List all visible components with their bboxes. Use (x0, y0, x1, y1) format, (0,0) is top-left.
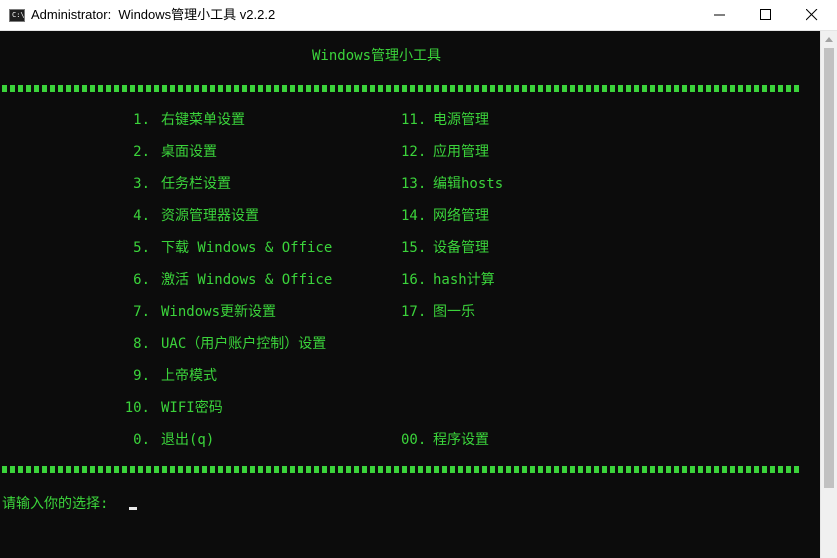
menu-item-god-mode: 上帝模式 (161, 368, 217, 384)
menu-item-taskbar: 任务栏设置 (161, 176, 231, 192)
text-cursor[interactable] (129, 507, 137, 510)
menu-number: 9. (133, 368, 150, 384)
scroll-up-arrow-icon[interactable] (825, 37, 833, 42)
menu-number: 4. (133, 208, 150, 224)
cmd-icon-text: C:\ (12, 11, 25, 19)
scrollbar-thumb[interactable] (824, 48, 834, 488)
menu-number: 12. (401, 144, 427, 160)
maximize-icon (760, 9, 771, 20)
menu-number: 1. (133, 112, 150, 128)
menu-item-program-settings: 程序设置 (433, 432, 489, 448)
menu-number: 7. (133, 304, 150, 320)
close-icon (806, 9, 818, 21)
minimize-icon (714, 14, 725, 16)
minimize-button[interactable] (697, 0, 743, 30)
menu-number: 10. (124, 400, 150, 416)
menu-number: 3. (133, 176, 150, 192)
menu-item-power: 电源管理 (433, 112, 489, 128)
menu-number: 16. (401, 272, 427, 288)
menu-item-activate: 激活 Windows & Office (161, 272, 333, 288)
menu-item-devices: 设备管理 (433, 240, 489, 256)
menu-item-network: 网络管理 (433, 208, 489, 224)
window-title: Administrator: Windows管理小工具 v2.2.2 (31, 7, 276, 22)
menu-item-hosts: 编辑hosts (433, 176, 504, 192)
console-header: Windows管理小工具 (312, 48, 442, 64)
menu-item-fun: 图一乐 (433, 304, 475, 320)
menu-number: 11. (401, 112, 427, 128)
title-bar[interactable]: C:\ Administrator: Windows管理小工具 v2.2.2 (0, 0, 837, 31)
menu-number: 00. (401, 432, 427, 448)
input-prompt: 请输入你的选择: (2, 496, 117, 512)
menu-item-explorer: 资源管理器设置 (161, 208, 259, 224)
menu-number: 0. (133, 432, 150, 448)
menu-item-exit: 退出(q) (161, 432, 215, 448)
menu-item-windows-update: Windows更新设置 (161, 304, 277, 320)
menu-number: 13. (401, 176, 427, 192)
menu-item-right-click: 右键菜单设置 (161, 112, 245, 128)
menu-number: 2. (133, 144, 150, 160)
menu-number: 17. (401, 304, 427, 320)
menu-item-download: 下载 Windows & Office (161, 240, 333, 256)
maximize-button[interactable] (743, 0, 789, 30)
menu-item-desktop: 桌面设置 (161, 144, 217, 160)
menu-item-uac: UAC（用户账户控制）设置 (161, 336, 327, 352)
close-button[interactable] (789, 0, 835, 30)
menu-number: 6. (133, 272, 150, 288)
menu-item-apps: 应用管理 (433, 144, 489, 160)
menu-number: 8. (133, 336, 150, 352)
separator-top-lower (2, 88, 800, 92)
cmd-icon: C:\ (9, 9, 25, 22)
vertical-scrollbar[interactable] (820, 31, 837, 558)
menu-item-wifi-password: WIFI密码 (161, 400, 223, 416)
menu-number: 5. (133, 240, 150, 256)
separator-bottom-lower (2, 469, 800, 473)
menu-number: 15. (401, 240, 427, 256)
menu-number: 14. (401, 208, 427, 224)
menu-item-hash: hash计算 (433, 272, 495, 288)
